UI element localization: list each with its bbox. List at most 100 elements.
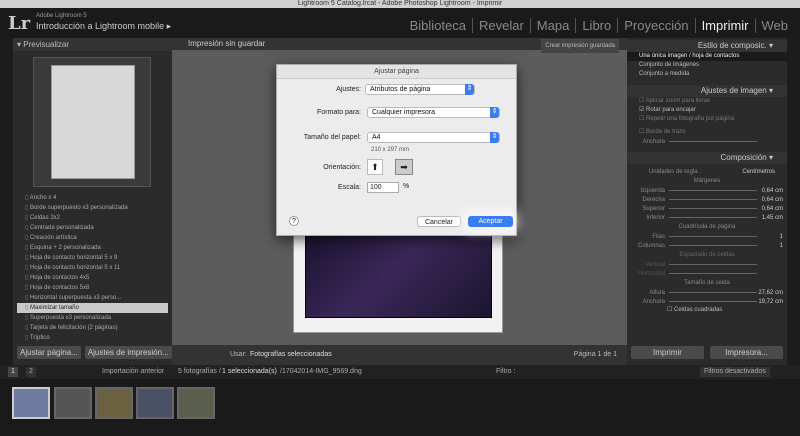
use-select[interactable]: Fotografías seleccionadas [250,351,332,358]
format-select[interactable]: Cualquier impresora [367,107,500,118]
template-item[interactable]: Ancho x 4 [17,193,168,203]
save-print-button[interactable]: Crear impresión guardada [541,39,619,53]
paper-size-label: Tamaño del papel: [303,134,361,141]
source-label[interactable]: Importación anterior [102,365,164,379]
template-list: Ancho x 4 Borde superpuesto x3 personali… [17,193,168,343]
image-settings-header[interactable]: Ajustes de imagen ▾ [627,85,787,97]
center-header: Impresión sin guardar Crear impresión gu… [172,38,627,53]
product-name: Adobe Lightroom 5 [36,13,87,19]
vertical-spacing-slider[interactable]: Vertical [627,260,787,269]
template-item[interactable]: Centrada personalizada [17,223,168,233]
preview-paper [51,65,135,179]
margin-slider[interactable]: Derecha 0,64 cm [627,195,787,204]
template-item[interactable]: Hoja de contacto horizontal 5 x 11 [17,263,168,273]
paper-size-select[interactable]: A4 [367,132,500,143]
module-map[interactable]: Mapa [531,18,577,33]
lr-logo: Lr [8,13,31,34]
triangle-down-icon: ▾ [768,41,773,50]
right-edge[interactable] [787,38,800,365]
template-item[interactable]: Tarjeta de felicitación (2 páginas) [17,323,168,333]
page-1-button[interactable]: 1 [8,367,18,377]
height-slider[interactable]: Altura 27,62 cm [627,288,787,297]
margins-label: Márgenes [693,178,721,184]
page-info: Página 1 de 1 [573,351,617,358]
window-title: Lightroom 5 Catalog.lrcat - Adobe Photos… [0,0,800,8]
template-item[interactable]: Horizontal superpuesta x3 perso... [17,293,168,303]
zoom-to-fill-checkbox[interactable]: ☐ Aplicar zoom para llenar [627,97,787,106]
format-label: Formato para: [317,109,361,116]
module-develop[interactable]: Revelar [473,18,531,33]
right-panel: Estilo de composic. ▾ Una única imagen /… [627,38,787,365]
module-library[interactable]: Biblioteca [404,18,473,33]
margin-slider[interactable]: Superior 0,64 cm [627,204,787,213]
left-edge[interactable] [0,38,13,365]
orientation-label: Orientación: [323,164,361,171]
module-slideshow[interactable]: Proyección [618,18,696,33]
module-web[interactable]: Web [756,18,795,33]
template-item[interactable]: Esquina + 2 personalizada [17,243,168,253]
selection-count: 1 seleccionada(s) [222,368,277,375]
template-item[interactable]: Celdas 2x2 [17,213,168,223]
page-2-button[interactable]: 2 [26,367,36,377]
filter-select[interactable]: Filtros desactivados [700,367,770,377]
settings-label: Ajustes: [336,86,361,93]
template-item[interactable]: Superpuesta x3 personalizada [17,313,168,323]
margin-slider[interactable]: Inferior 1,45 cm [627,213,787,222]
identity-plate[interactable]: Introducción a Lightroom mobile ▸ [36,21,171,32]
filmstrip-thumb-selected[interactable] [12,387,50,419]
print-title: Impresión sin guardar [188,39,266,48]
filmstrip-thumb[interactable] [54,387,92,419]
template-item[interactable]: Borde superpuesto x3 personalizada [17,203,168,213]
help-button[interactable]: ? [289,216,299,226]
stroke-width-slider[interactable]: Anchura [627,137,787,146]
page-setup-button[interactable]: Ajustar página... [17,346,81,359]
columns-slider[interactable]: Columnas 1 [627,241,787,250]
module-book[interactable]: Libro [576,18,619,33]
scale-unit: % [403,183,410,190]
ok-button[interactable]: Aceptar [468,216,513,227]
layout-option[interactable]: Una única imagen / hoja de contactos [627,52,787,61]
file-name: /17042014-IMG_9569.dng [280,368,362,375]
filmstrip-thumb[interactable] [95,387,133,419]
layout-option[interactable]: Conjunto de imágenes [627,61,787,70]
cancel-button[interactable]: Cancelar [417,216,461,227]
filmstrip-thumb[interactable] [136,387,174,419]
margin-slider[interactable]: Izquierda 0,64 cm [627,186,787,195]
photo-count: 5 fotografías / [178,368,221,375]
print-button[interactable]: Imprimir [631,346,704,359]
printer-button[interactable]: Impresora... [710,346,783,359]
layout-style-header[interactable]: Estilo de composic. ▾ [627,40,787,52]
ruler-units-row[interactable]: Unidades de regla : Centímetros [627,167,787,176]
filmstrip-thumb[interactable] [177,387,215,419]
print-photo[interactable] [305,233,492,318]
grid-label: Cuadrícula de página [678,224,736,230]
width-slider[interactable]: Anchura 19,72 cm [627,297,787,306]
portrait-icon[interactable]: ⬆ [367,159,383,175]
rotate-to-fit-checkbox[interactable]: ☑ Rotar para encajar [627,106,787,115]
settings-select[interactable]: Atributos de página [365,84,475,95]
scale-input[interactable]: 100 [367,182,399,193]
template-item[interactable]: Creación artística [17,233,168,243]
identity-text: Introducción a Lightroom mobile [36,21,165,31]
landscape-icon[interactable]: ➡ [395,159,413,175]
scale-label: Escala: [338,184,361,191]
template-item-selected[interactable]: Maximizar tamaño [17,303,168,313]
square-cells-checkbox[interactable]: ☐ Celdas cuadradas [627,306,787,315]
print-settings-button[interactable]: Ajustes de impresión... [84,346,172,359]
preview-pane [33,57,151,187]
template-item[interactable]: Hoja de contacto horizontal 5 x 9 [17,253,168,263]
preview-header[interactable]: ▾ Previsualizar [13,38,172,51]
template-item[interactable]: Hoja de contactos 5x8 [17,283,168,293]
horizontal-spacing-slider[interactable]: Horizontal [627,269,787,278]
template-item[interactable]: Tríptico [17,333,168,343]
composition-header[interactable]: Composición ▾ [627,152,787,164]
left-buttons: Ajustar página... Ajustes de impresión..… [17,346,172,359]
layout-option[interactable]: Conjunto a medida [627,70,787,79]
rows-slider[interactable]: Filas 1 [627,232,787,241]
repeat-photo-checkbox[interactable]: ☐ Repetir una fotografía por página [627,115,787,124]
stroke-border-checkbox[interactable]: ☐ Borde de trazo [627,128,787,137]
cell-size-label: Tamaño de celda [684,280,730,286]
template-item[interactable]: Hoja de contactos 4x5 [17,273,168,283]
module-print[interactable]: Imprimir [696,18,756,33]
page-setup-dialog: Ajustar página Ajustes: Atributos de pág… [276,64,517,236]
